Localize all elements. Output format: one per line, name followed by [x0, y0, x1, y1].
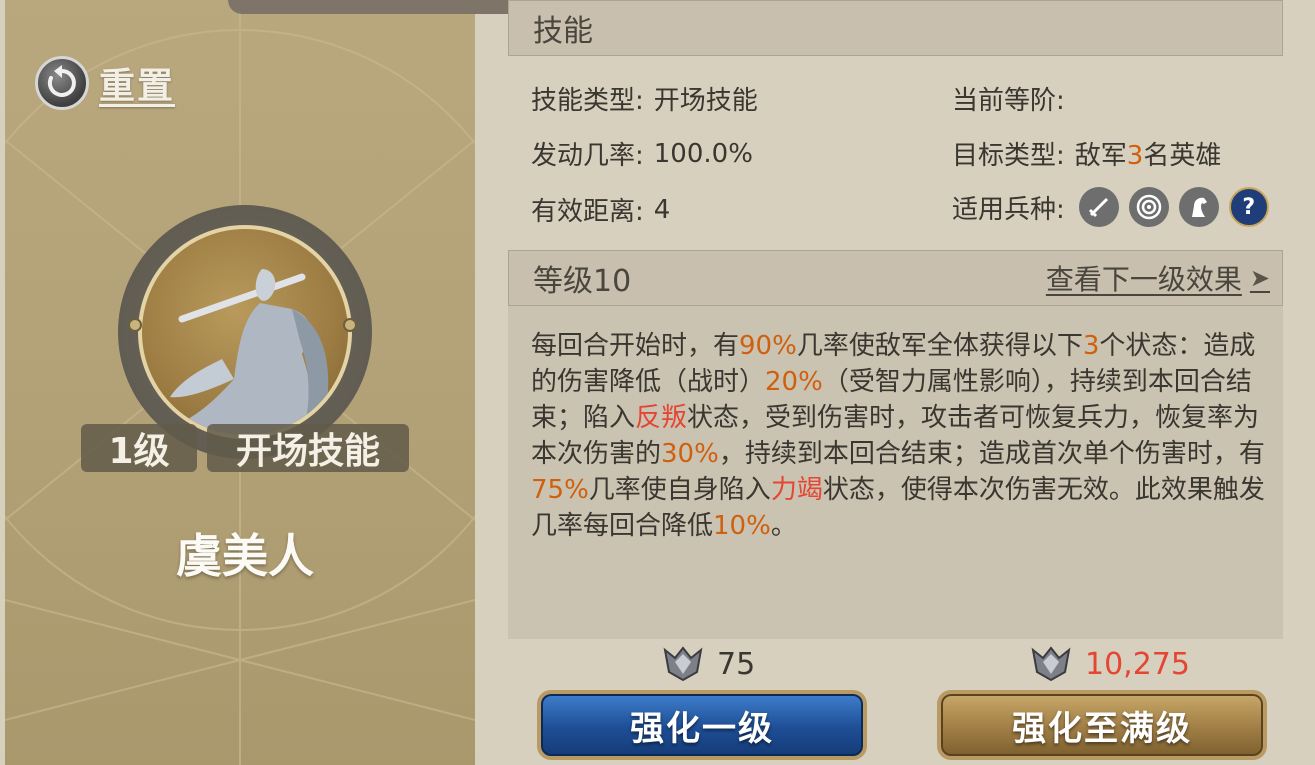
arrow-right-icon: ➤ [1249, 264, 1270, 292]
range-row: 有效距离: 4 [531, 191, 670, 228]
target-icon[interactable] [1128, 187, 1169, 227]
cost-one-level: 75 [661, 644, 755, 684]
cost-max-level-amount: 10,275 [1085, 646, 1190, 682]
trigger-rate-row: 发动几率: 100.0% [531, 135, 753, 172]
target-prefix: 敌军 [1074, 141, 1127, 171]
description-highlight: 反叛 [635, 403, 688, 433]
description-highlight: 10% [713, 511, 771, 541]
description-text: 几率使自身陷入 [588, 475, 771, 505]
target-count: 3 [1126, 141, 1144, 171]
sword-icon[interactable] [1078, 187, 1119, 227]
skill-type-label: 技能类型: [531, 86, 644, 116]
troop-type-label: 适用兵种: [952, 194, 1065, 225]
target-type-value: 敌军3名英雄 [1075, 135, 1222, 172]
upgrade-one-level-button[interactable]: 强化一级 [537, 690, 867, 760]
skill-kind-tag: 开场技能 [207, 424, 409, 472]
next-level-label: 查看下一级效果 [1045, 263, 1242, 296]
description-highlight: 75% [531, 475, 589, 505]
reset-label: 重置 [99, 66, 176, 107]
target-suffix: 名英雄 [1143, 141, 1222, 171]
upgrade-max-level-button[interactable]: 强化至满级 [937, 690, 1267, 760]
skill-description: 每回合开始时，有90%几率使敌军全体获得以下3个状态：造成的伤害降低（战时）20… [531, 328, 1271, 544]
level-section-title: 等级10 [533, 264, 632, 299]
reset-button[interactable]: 重置 [35, 56, 175, 110]
ring-knob-left [128, 318, 142, 332]
level-section-header: 等级10 查看下一级效果 ➤ [508, 250, 1283, 306]
skill-section-title: 技能 [533, 14, 593, 49]
description-highlight: 3 [1082, 331, 1100, 361]
description-highlight: 20% [765, 367, 823, 397]
range-label: 有效距离: [531, 197, 644, 227]
cost-one-level-amount: 75 [717, 646, 756, 682]
question-icon[interactable]: ? [1228, 187, 1269, 227]
description-highlight: 30% [661, 439, 719, 469]
hero-panel: 重置 1级 开场技能 虞美人 [5, 0, 475, 765]
target-type-row: 目标类型: 敌军3名英雄 [952, 135, 1221, 172]
skill-type-row: 技能类型: 开场技能 [531, 80, 758, 117]
level-tag: 1级 [81, 424, 197, 472]
ring-knob-right [343, 318, 357, 332]
reset-icon [35, 56, 89, 110]
description-text: 几率使敌军全体获得以下 [796, 331, 1083, 361]
description-text: ，持续到本回合结束；造成首次单个伤害时，有 [718, 439, 1265, 469]
description-text: 。 [770, 511, 797, 541]
skill-detail-panel: 技能 技能类型: 开场技能 当前等阶: 发动几率: 100.0% 目标类型: 敌… [475, 0, 1315, 765]
current-rank-row: 当前等阶: [952, 80, 1065, 117]
upgrade-token-icon [1031, 646, 1071, 682]
top-lip [228, 0, 508, 14]
upgrade-token-icon [663, 646, 703, 682]
trigger-rate-label: 发动几率: [531, 141, 644, 171]
trigger-rate-value: 100.0% [653, 138, 753, 169]
cost-max-level: 10,275 [1029, 644, 1190, 684]
description-highlight: 力竭 [770, 475, 823, 505]
troop-type-row: 适用兵种: ? [952, 187, 1279, 227]
troop-icons: ? [1078, 187, 1279, 227]
description-highlight: 90% [739, 331, 797, 361]
target-type-label: 目标类型: [952, 141, 1065, 171]
skill-section-header: 技能 [508, 0, 1283, 56]
hero-portrait [118, 205, 372, 459]
range-value: 4 [653, 194, 671, 225]
hero-portrait-art [138, 225, 352, 439]
horse-icon[interactable] [1178, 187, 1219, 227]
hero-name: 虞美人 [176, 529, 314, 583]
skill-type-value: 开场技能 [653, 86, 758, 116]
description-text: 每回合开始时，有 [531, 331, 740, 361]
next-level-link[interactable]: 查看下一级效果 ➤ [1046, 258, 1270, 298]
current-rank-label: 当前等阶: [952, 86, 1065, 116]
